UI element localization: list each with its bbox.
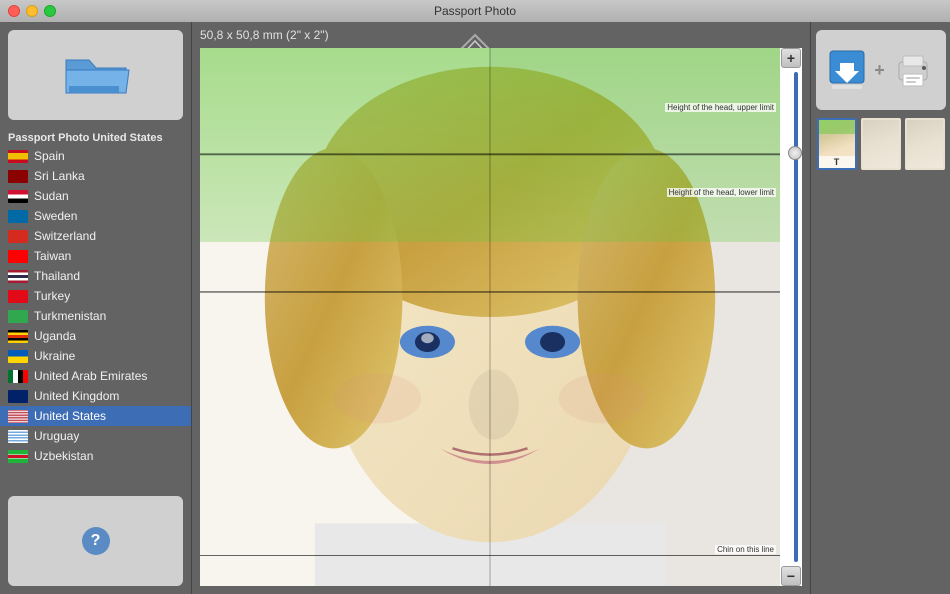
maximize-button[interactable] [44,5,56,17]
thumbnail-face-3 [907,120,943,168]
country-name: Taiwan [34,249,71,263]
plus-divider: + [874,60,885,81]
title-bar: Passport Photo [0,0,950,22]
flag-flag-uk [8,390,28,403]
country-name: Thailand [34,269,80,283]
thumbnail-face-2 [863,120,899,168]
center-panel: 50,8 x 50,8 mm (2" x 2") [192,22,810,594]
country-item-turkey[interactable]: Turkey [0,286,191,306]
flag-flag-sweden [8,210,28,223]
country-name: United Kingdom [34,389,119,403]
window-title: Passport Photo [434,4,516,18]
country-item-uruguay[interactable]: Uruguay [0,426,191,446]
toolbar-area: + [816,30,946,110]
main-layout: Passport Photo United States Spain Sri La… [0,22,950,594]
country-name: Turkmenistan [34,309,106,323]
country-name: United Arab Emirates [34,369,147,383]
thumbnail-green-overlay-1 [819,120,855,134]
help-box: ? [8,496,183,586]
country-item-switzerland[interactable]: Switzerland [0,226,191,246]
zoom-slider-track[interactable] [794,72,798,562]
thumbnail-2[interactable] [861,118,901,170]
country-name: United States [34,409,106,423]
country-item-spain[interactable]: Spain [0,146,191,166]
country-item-taiwan[interactable]: Taiwan [0,246,191,266]
country-item-united-states[interactable]: United States [0,406,191,426]
flag-flag-uganda [8,330,28,343]
preview-thumbnails: T [817,118,945,170]
country-name: Sri Lanka [34,169,85,183]
flag-flag-taiwan [8,250,28,263]
country-name: Uzbekistan [34,449,93,463]
flag-flag-sri-lanka [8,170,28,183]
country-name: Sweden [34,209,77,223]
country-item-thailand[interactable]: Thailand [0,266,191,286]
country-list[interactable]: Spain Sri Lanka Sudan Sweden Switzerland Taiw… [0,146,191,488]
flag-flag-uruguay [8,430,28,443]
flag-flag-uae [8,370,28,383]
country-item-sweden[interactable]: Sweden [0,206,191,226]
thumbnail-1[interactable]: T [817,118,857,170]
left-panel: Passport Photo United States Spain Sri La… [0,22,192,594]
flag-flag-ukraine [8,350,28,363]
head-upper-label: Height of the head, upper limit [665,103,776,112]
country-item-uzbekistan[interactable]: Uzbekistan [0,446,191,466]
chin-label: Chin on this line [715,545,776,554]
country-name: Uganda [34,329,76,343]
flag-flag-switzerland [8,230,28,243]
photo-container: Chin on this line Height of the head, up… [200,48,802,586]
country-item-turkmenistan[interactable]: Turkmenistan [0,306,191,326]
country-item-ukraine[interactable]: Ukraine [0,346,191,366]
flag-flag-spain [8,150,28,163]
print-button[interactable] [893,50,933,90]
photo-wrapper: Chin on this line Height of the head, up… [200,48,802,586]
zoom-out-button[interactable]: − [781,566,801,586]
thumbnail-3[interactable] [905,118,945,170]
zoom-in-button[interactable]: + [781,48,801,68]
country-item-united-arab-emirates[interactable]: United Arab Emirates [0,366,191,386]
right-panel: + T [810,22,950,594]
close-button[interactable] [8,5,20,17]
flag-flag-sudan [8,190,28,203]
flag-flag-thailand [8,270,28,283]
flag-flag-turkmenistan [8,310,28,323]
zoom-controls: + − [780,48,802,586]
country-name: Turkey [34,289,70,303]
country-item-sri-lanka[interactable]: Sri Lanka [0,166,191,186]
flag-flag-turkey [8,290,28,303]
minimize-button[interactable] [26,5,38,17]
country-name: Sudan [34,189,69,203]
zoom-slider-thumb[interactable] [788,146,802,160]
traffic-lights [8,5,56,17]
country-item-united-kingdom[interactable]: United Kingdom [0,386,191,406]
country-name: Switzerland [34,229,96,243]
country-name: Uruguay [34,429,79,443]
country-name: Ukraine [34,349,75,363]
country-name: Spain [34,149,65,163]
photo-frame: Chin on this line Height of the head, up… [200,48,780,586]
country-item-uganda[interactable]: Uganda [0,326,191,346]
country-item-sudan[interactable]: Sudan [0,186,191,206]
flag-flag-uzbekistan [8,450,28,463]
chin-line [200,555,780,556]
head-lower-label: Height of the head, lower limit [667,188,776,197]
folder-area[interactable] [8,30,183,120]
country-list-header: Passport Photo United States [0,128,191,146]
flag-flag-us [8,410,28,423]
download-button[interactable] [828,49,866,91]
thumbnail-label-1: T [819,156,855,168]
help-icon[interactable]: ? [82,527,110,555]
